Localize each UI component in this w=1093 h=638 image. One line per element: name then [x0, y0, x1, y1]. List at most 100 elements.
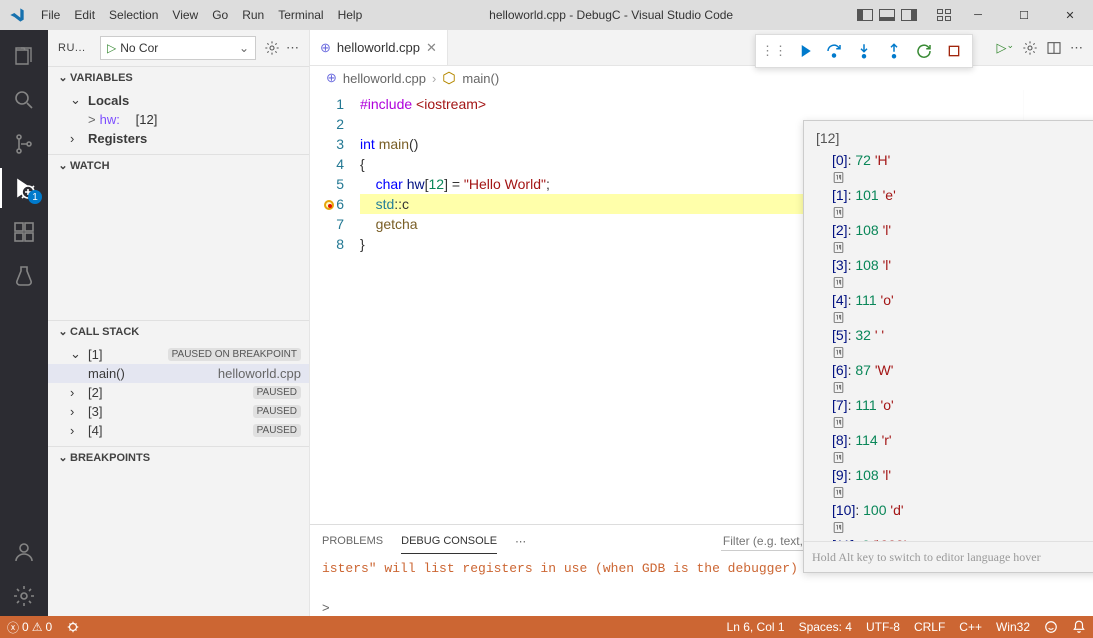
view-binary-icon[interactable] [832, 381, 1093, 394]
status-encoding[interactable]: UTF-8 [859, 616, 907, 638]
hover-array-item[interactable]: [10]: 100 'd' [812, 499, 1093, 534]
thread-row[interactable]: ⌄[1]PAUSED ON BREAKPOINT [48, 344, 309, 364]
breakpoint-icon[interactable] [314, 194, 334, 214]
panel-more-icon[interactable]: ⋯ [515, 535, 526, 548]
view-binary-icon[interactable] [832, 521, 1093, 534]
hover-array-item[interactable]: [6]: 87 'W' [812, 359, 1093, 394]
hover-array-item[interactable]: [4]: 111 'o' [812, 289, 1093, 324]
status-line-col[interactable]: Ln 6, Col 1 [720, 616, 792, 638]
panel-tab-problems[interactable]: PROBLEMS [322, 529, 383, 553]
window-close-button[interactable]: ✕ [1047, 0, 1093, 30]
variables-section-header[interactable]: ⌄VARIABLES [48, 67, 309, 88]
menu-selection[interactable]: Selection [102, 0, 165, 30]
view-binary-icon[interactable] [832, 451, 1093, 464]
view-binary-icon[interactable] [832, 206, 1093, 219]
status-bell-icon[interactable] [1065, 616, 1093, 638]
breadcrumb-symbol[interactable]: main() [462, 71, 499, 86]
variable-hw[interactable]: > hw: [12] [48, 110, 309, 129]
step-into-icon[interactable] [850, 39, 878, 63]
thread-row[interactable]: ›[2]PAUSED [48, 383, 309, 402]
code-line-1[interactable]: #include <iostream> [360, 94, 1093, 114]
panel-tab-debug-console[interactable]: DEBUG CONSOLE [401, 529, 497, 554]
run-icon[interactable]: ▷⌄ [996, 40, 1014, 56]
tab-helloworld-cpp[interactable]: ⊕ helloworld.cpp ✕ [310, 30, 448, 65]
breadcrumb[interactable]: ⊕ helloworld.cpp › main() [310, 66, 1093, 90]
customize-layout-icon[interactable] [937, 9, 951, 21]
drag-handle-icon[interactable]: ⋮⋮ [760, 39, 788, 63]
layout-controls[interactable] [853, 9, 955, 21]
menu-edit[interactable]: Edit [67, 0, 102, 30]
breadcrumb-file[interactable]: helloworld.cpp [343, 71, 426, 86]
editor-more-icon[interactable]: ⋯ [1070, 40, 1083, 56]
hover-array-item[interactable]: [2]: 108 'l' [812, 219, 1093, 254]
status-eol[interactable]: CRLF [907, 616, 952, 638]
status-language[interactable]: C++ [952, 616, 989, 638]
toggle-primary-sidebar-icon[interactable] [857, 9, 873, 21]
menu-help[interactable]: Help [331, 0, 370, 30]
view-binary-icon[interactable] [832, 241, 1093, 254]
status-errors[interactable]: ⓧ0⚠0 [0, 616, 59, 638]
view-binary-icon[interactable] [832, 416, 1093, 429]
step-over-icon[interactable] [820, 39, 848, 63]
step-out-icon[interactable] [880, 39, 908, 63]
menu-terminal[interactable]: Terminal [271, 0, 330, 30]
thread-row[interactable]: ›[4]PAUSED [48, 421, 309, 440]
scope-registers[interactable]: ›Registers [48, 129, 309, 148]
window-maximize-button[interactable]: ☐ [1001, 0, 1047, 30]
toggle-secondary-sidebar-icon[interactable] [901, 9, 917, 21]
status-feedback-icon[interactable] [1037, 616, 1065, 638]
stop-icon[interactable] [940, 39, 968, 63]
continue-icon[interactable] [790, 39, 818, 63]
sidebar-header-label: RU... [58, 42, 92, 54]
thread-row[interactable]: ›[3]PAUSED [48, 402, 309, 421]
status-spaces[interactable]: Spaces: 4 [792, 616, 859, 638]
view-binary-icon[interactable] [832, 346, 1093, 359]
hover-array-item[interactable]: [9]: 108 'l' [812, 464, 1093, 499]
scope-locals[interactable]: ⌄Locals [48, 90, 309, 110]
stack-frame[interactable]: main()helloworld.cpp [48, 364, 309, 383]
debug-console-input[interactable]: > [310, 600, 1093, 616]
editor-settings-icon[interactable] [1022, 40, 1038, 56]
explorer-icon[interactable] [0, 36, 48, 76]
hover-array-item[interactable]: [3]: 108 'l' [812, 254, 1093, 289]
debug-toolbar[interactable]: ⋮⋮ [755, 34, 973, 68]
status-target[interactable]: Win32 [989, 616, 1037, 638]
view-binary-icon[interactable] [832, 486, 1093, 499]
hover-array-item[interactable]: [0]: 72 'H' [812, 149, 1093, 184]
view-binary-icon[interactable] [832, 276, 1093, 289]
hover-array-item[interactable]: [1]: 101 'e' [812, 184, 1093, 219]
hover-array-item[interactable]: [7]: 111 'o' [812, 394, 1093, 429]
cpp-file-icon: ⊕ [320, 40, 331, 56]
testing-icon[interactable] [0, 256, 48, 296]
callstack-section-header[interactable]: ⌄CALL STACK [48, 321, 309, 342]
view-binary-icon[interactable] [832, 171, 1093, 184]
menu-file[interactable]: File [34, 0, 67, 30]
menu-go[interactable]: Go [205, 0, 235, 30]
source-control-icon[interactable] [0, 124, 48, 164]
hover-array-item[interactable]: [5]: 32 ' ' [812, 324, 1093, 359]
hover-array-item[interactable]: [11]: 0 '\000' [812, 534, 1093, 541]
view-binary-icon[interactable] [832, 311, 1093, 324]
toggle-panel-icon[interactable] [879, 9, 895, 21]
start-debug-icon[interactable]: ▷ [107, 41, 116, 55]
menu-run[interactable]: Run [235, 0, 271, 30]
run-debug-icon[interactable]: 1 [0, 168, 48, 208]
settings-icon[interactable] [0, 576, 48, 616]
menu-view[interactable]: View [165, 0, 205, 30]
cpp-file-icon: ⊕ [326, 70, 337, 86]
gear-icon[interactable] [264, 40, 280, 56]
tab-close-icon[interactable]: ✕ [426, 40, 437, 56]
accounts-icon[interactable] [0, 532, 48, 572]
split-editor-icon[interactable] [1046, 40, 1062, 56]
watch-section-header[interactable]: ⌄WATCH [48, 155, 309, 176]
window-minimize-button[interactable]: ─ [955, 0, 1001, 30]
restart-icon[interactable] [910, 39, 938, 63]
hover-hint: Hold Alt key to switch to editor languag… [804, 541, 1093, 572]
hover-array-item[interactable]: [8]: 114 'r' [812, 429, 1093, 464]
more-icon[interactable]: ⋯ [286, 40, 299, 56]
search-icon[interactable] [0, 80, 48, 120]
extensions-icon[interactable] [0, 212, 48, 252]
launch-config-select[interactable]: ▷ No Cor ⌄ [100, 36, 256, 60]
breakpoints-section-header[interactable]: ⌄BREAKPOINTS [48, 447, 309, 468]
status-debug-icon[interactable] [59, 616, 87, 638]
